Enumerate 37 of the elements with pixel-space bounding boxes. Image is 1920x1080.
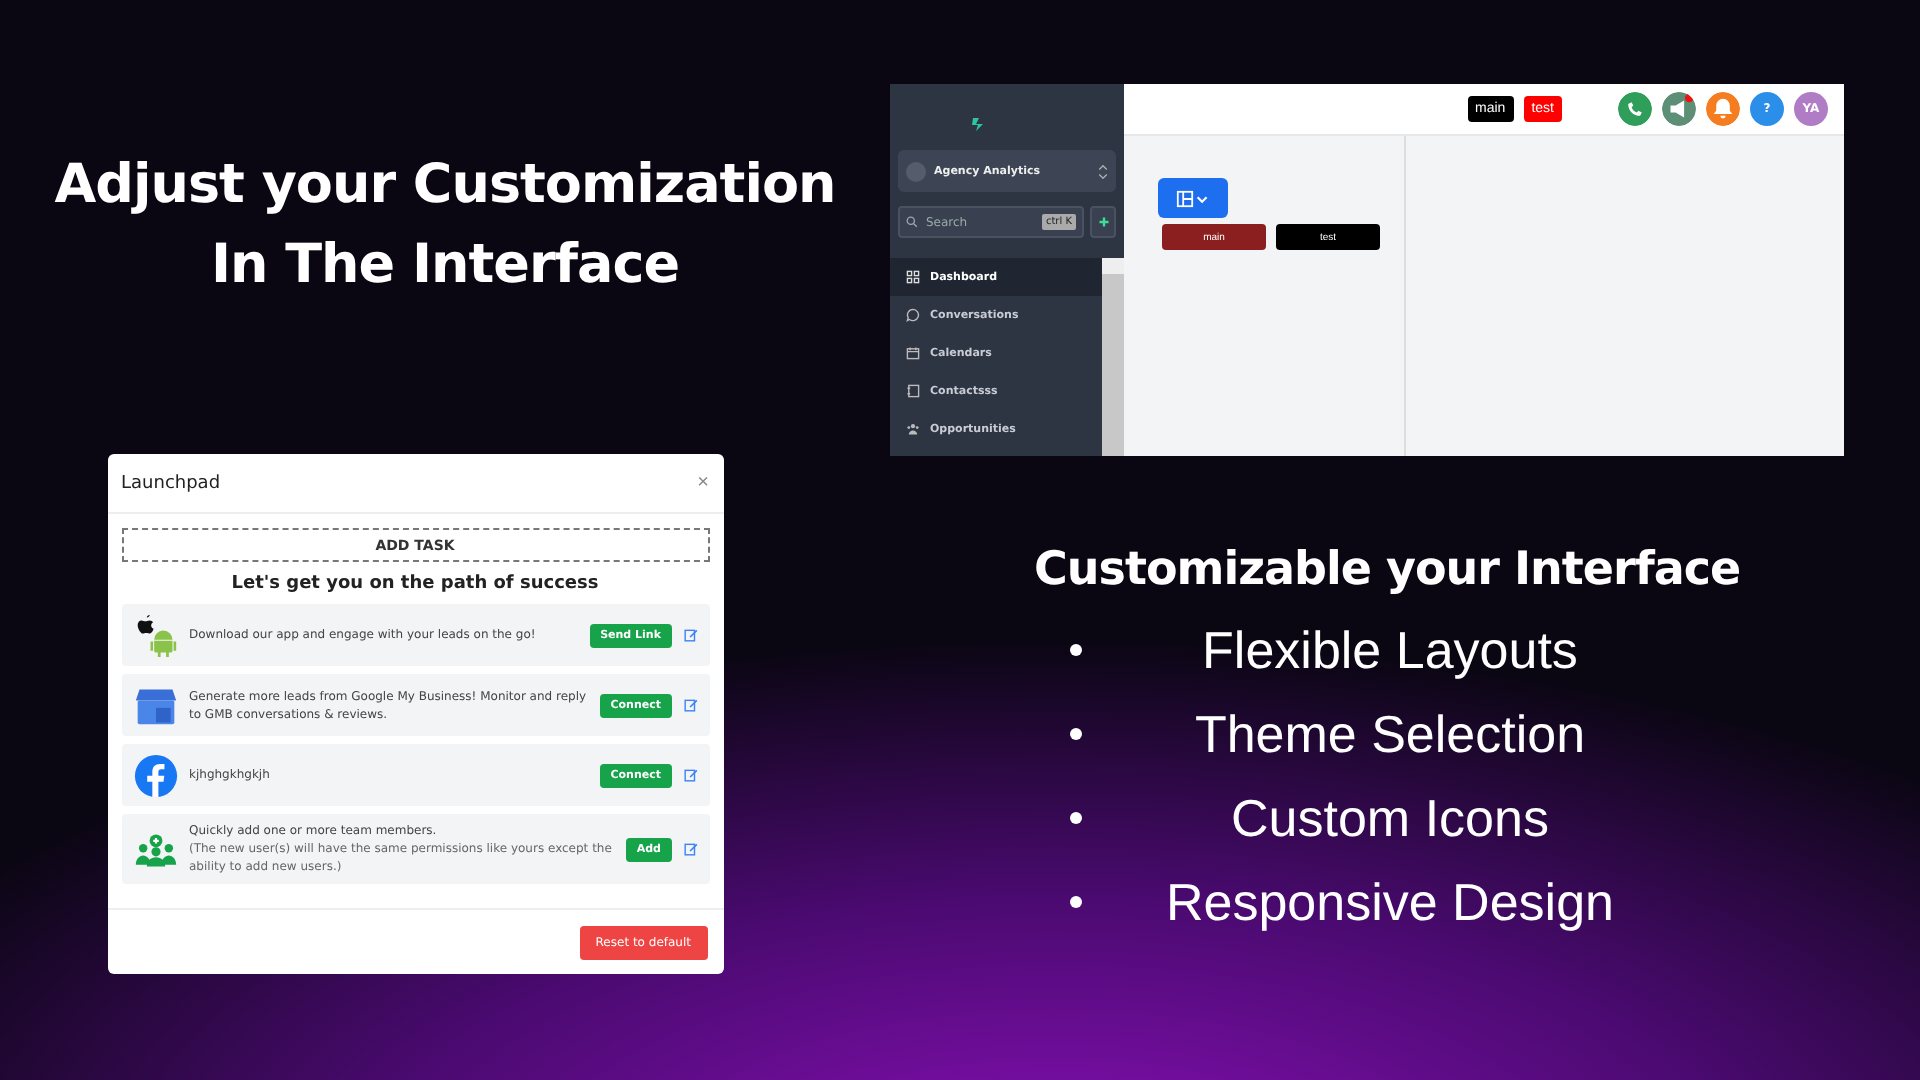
edit-icon[interactable] [683, 842, 697, 856]
feature-item: Responsive Design [1163, 871, 1616, 933]
launchpad-heading: Let's get you on the path of success [229, 574, 601, 594]
chat-icon [906, 308, 920, 322]
people-icon [906, 422, 920, 436]
headline-text: In The Interface [210, 232, 680, 300]
layout-icon [1175, 189, 1211, 207]
edit-icon[interactable] [683, 768, 697, 782]
facebook-icon [133, 753, 177, 797]
headline-text: Adjust your Customization [54, 152, 836, 220]
bullet-icon [1070, 728, 1082, 740]
grid-icon [906, 270, 920, 284]
apple-android-icon [133, 613, 177, 657]
search-icon [906, 216, 918, 228]
layout-dropdown-button[interactable] [1158, 178, 1228, 218]
agency-avatar-icon [906, 161, 926, 181]
logo-icon [970, 116, 986, 132]
bullet-icon [1070, 812, 1082, 824]
bullet-icon [1070, 644, 1082, 656]
chevrons-icon [1098, 163, 1108, 179]
scrollbar[interactable] [1102, 258, 1124, 456]
add-button[interactable] [1090, 206, 1116, 238]
feature-item: Custom Icons [1229, 787, 1551, 849]
feature-item: Theme Selection [1192, 703, 1588, 765]
contact-book-icon [906, 384, 920, 398]
phone-icon[interactable] [1618, 92, 1652, 126]
bell-icon[interactable] [1706, 92, 1740, 126]
edit-icon[interactable] [683, 628, 697, 642]
plus-icon [1097, 216, 1109, 228]
close-button[interactable]: × [697, 472, 709, 494]
bullet-icon [1070, 896, 1082, 908]
edit-icon[interactable] [683, 698, 697, 712]
calendar-icon [906, 346, 920, 360]
megaphone-icon[interactable] [1662, 92, 1696, 126]
feature-item: Flexible Layouts [1200, 619, 1580, 681]
features-title: Customizable your Interface [1034, 544, 1743, 596]
dialog-title: Launchpad [121, 473, 221, 493]
